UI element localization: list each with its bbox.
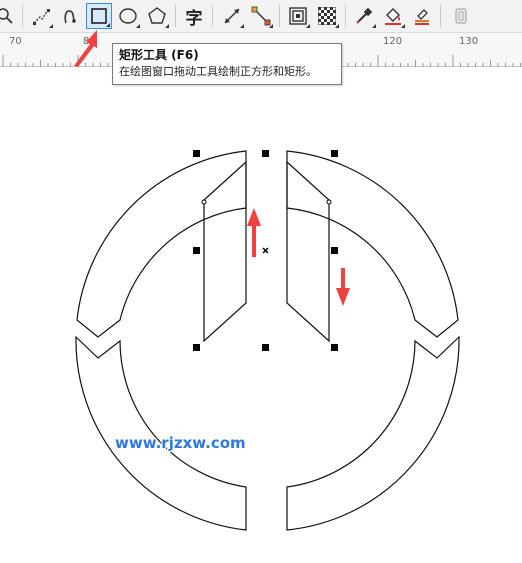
flyout-indicator-icon <box>401 24 405 28</box>
selection-handle <box>193 344 200 351</box>
flyout-indicator-icon <box>165 24 169 28</box>
zoom-tool-button[interactable] <box>0 3 18 29</box>
toolbar-separator <box>175 5 176 27</box>
fill-tool-button[interactable] <box>380 3 406 29</box>
node-handle <box>201 199 207 205</box>
selection-handle <box>193 150 200 157</box>
text-tool-button[interactable]: 字 <box>181 3 207 29</box>
selection-handle <box>193 247 200 254</box>
paint-bucket-icon <box>383 6 403 26</box>
annotation-arrow-up-icon <box>247 208 261 257</box>
smart-fill-tool-button[interactable] <box>409 3 435 29</box>
flyout-indicator-icon <box>106 23 110 27</box>
connector-tool-button[interactable] <box>248 3 274 29</box>
ruler-label: 70 <box>9 36 22 47</box>
polyline-icon <box>31 6 51 26</box>
flyout-indicator-icon <box>269 24 273 28</box>
toolbar-separator <box>345 5 346 27</box>
drawing-canvas[interactable] <box>0 67 522 563</box>
flyout-indicator-icon <box>49 24 53 28</box>
annotation-arrow-down-icon <box>336 268 350 306</box>
toolbar-separator <box>279 5 280 27</box>
smart-fill-icon <box>412 6 432 26</box>
left-blade-shape <box>203 160 247 343</box>
flyout-indicator-icon <box>372 24 376 28</box>
selection-handle <box>331 150 338 157</box>
selection-handle <box>262 150 269 157</box>
rectangle-tool-button[interactable] <box>86 3 112 29</box>
magnifier-icon <box>0 6 15 26</box>
ruler-label: 120 <box>383 36 403 47</box>
ellipse-icon <box>118 6 138 26</box>
pointer-arrow-icon <box>74 30 97 67</box>
freehand-tool-button[interactable] <box>28 3 54 29</box>
selection-center-marker <box>262 247 269 254</box>
watermark-text: www.rjzxw.com <box>115 434 246 452</box>
ellipse-tool-button[interactable] <box>115 3 141 29</box>
tooltip-description: 在绘图窗口拖动工具绘制正方形和矩形。 <box>119 65 317 78</box>
toolbar-separator <box>22 5 23 27</box>
lock-icon <box>451 6 471 26</box>
lock-tool-button[interactable] <box>448 3 474 29</box>
node-handle <box>326 199 332 205</box>
flyout-indicator-icon <box>335 24 339 28</box>
flyout-indicator-icon <box>136 24 140 28</box>
eyedropper-icon <box>354 6 374 26</box>
contour-tool-button[interactable] <box>285 3 311 29</box>
curve-icon <box>60 6 80 26</box>
flyout-indicator-icon <box>240 24 244 28</box>
polygon-tool-button[interactable] <box>144 3 170 29</box>
ring-segment-upper-left <box>76 150 247 338</box>
transparency-tool-button[interactable] <box>314 3 340 29</box>
tooltip-title: 矩形工具 (F6) <box>119 48 199 62</box>
ring-segment-lower-right <box>286 335 460 531</box>
selection-handle <box>331 247 338 254</box>
parallel-dimension-icon <box>222 6 242 26</box>
drawing-svg <box>75 150 460 531</box>
eyedropper-tool-button[interactable] <box>351 3 377 29</box>
ring-segment-upper-right <box>286 150 459 338</box>
polygon-icon <box>147 6 167 26</box>
toolbar-separator <box>212 5 213 27</box>
ruler-label: 130 <box>459 36 479 47</box>
rectangle-tool-tooltip: 矩形工具 (F6) 在绘图窗口拖动工具绘制正方形和矩形。 <box>112 43 342 85</box>
toolbar-separator <box>440 5 441 27</box>
checkerboard-icon <box>318 7 336 25</box>
selection-handle <box>262 344 269 351</box>
artistic-media-tool-button[interactable] <box>57 3 83 29</box>
contour-icon <box>288 6 308 26</box>
right-blade-shape <box>286 160 330 343</box>
connector-icon <box>251 6 271 26</box>
selection-handle <box>331 344 338 351</box>
dimension-tool-button[interactable] <box>219 3 245 29</box>
text-icon: 字 <box>185 8 203 29</box>
flyout-indicator-icon <box>306 24 310 28</box>
